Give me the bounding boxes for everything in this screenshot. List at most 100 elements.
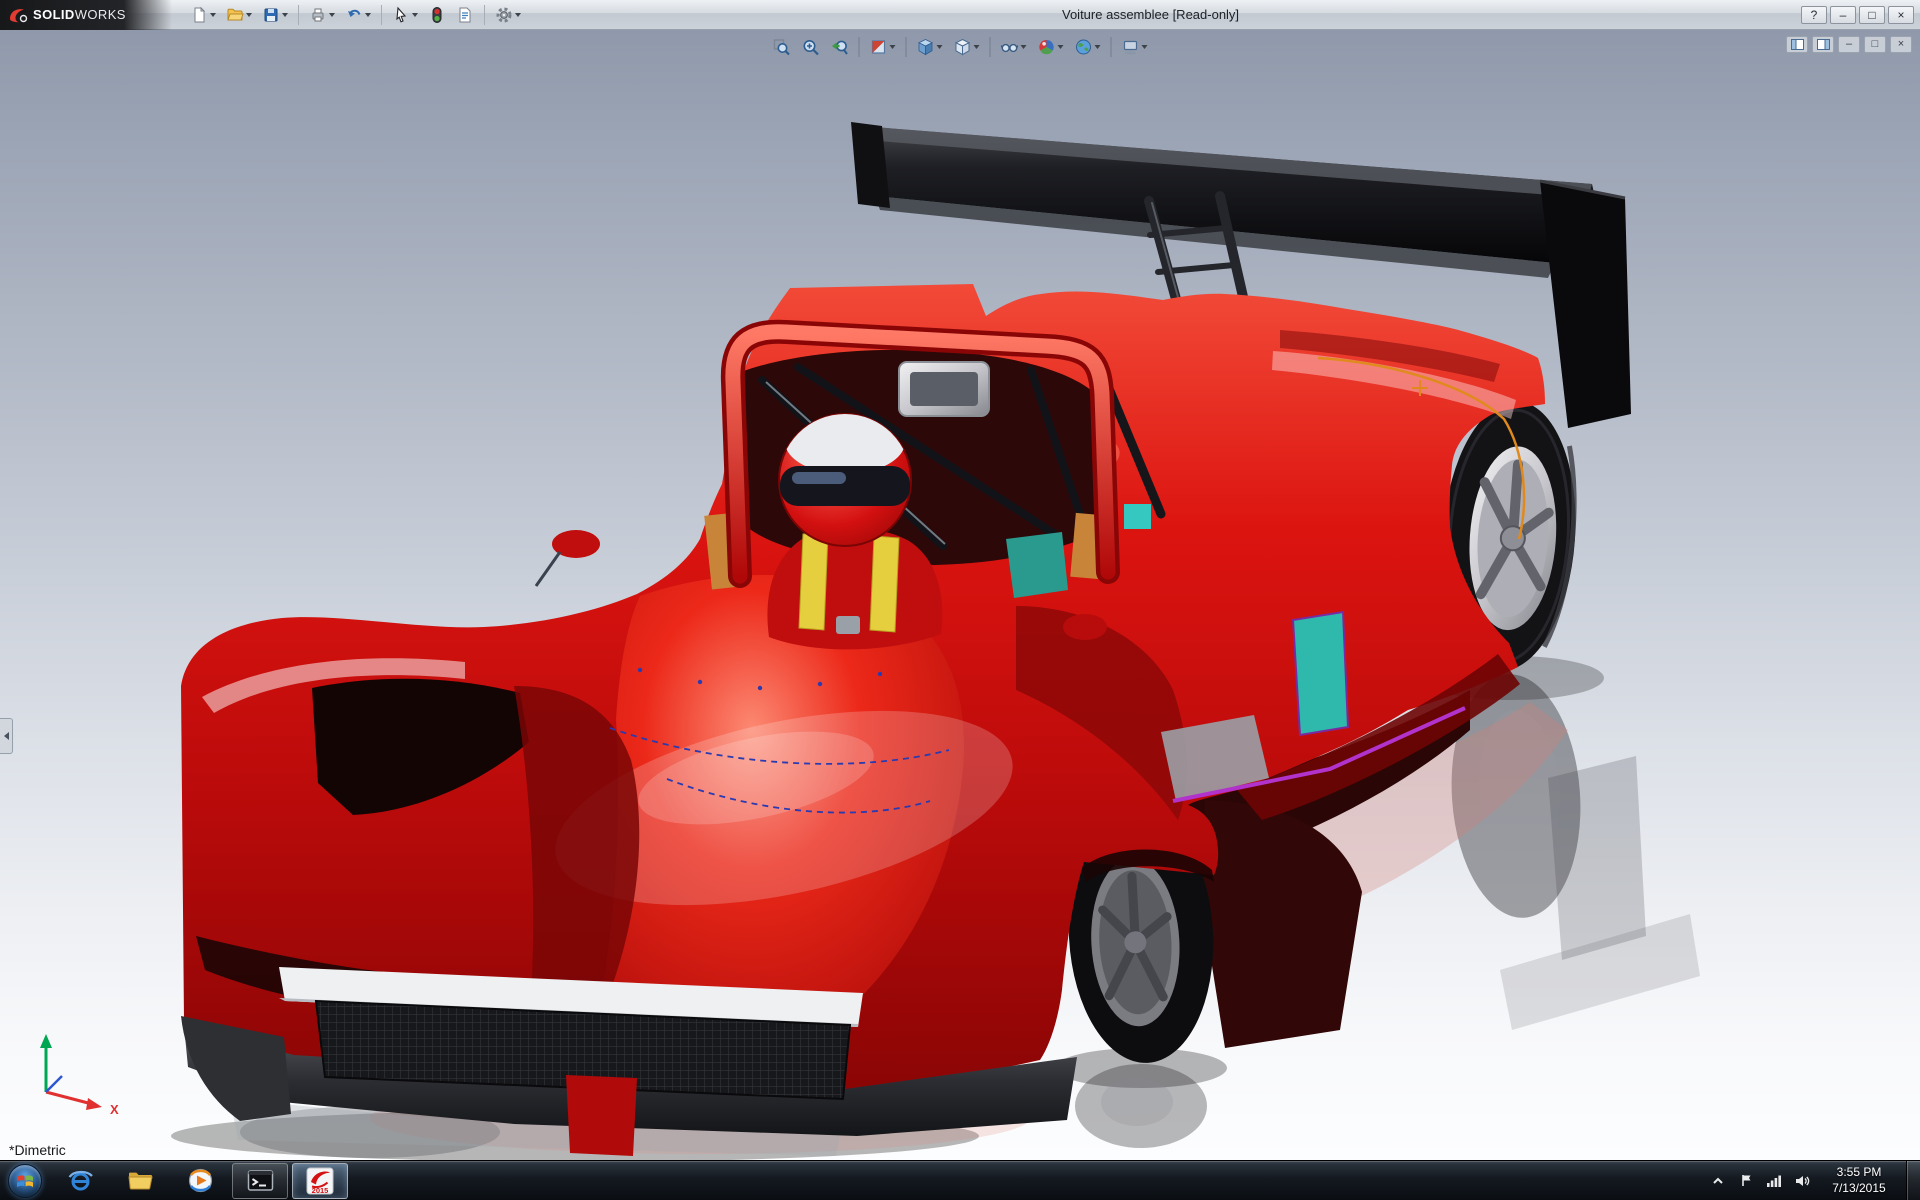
edit-appearance-button[interactable] [1034,34,1068,60]
speaker-icon [1794,1174,1810,1188]
show-hidden-icons-button[interactable] [1708,1169,1728,1193]
toolbar-separator [859,37,860,57]
dropdown-caret-icon [937,45,943,49]
windows-logo-icon [8,1164,42,1198]
document-window-controls: – □ × [1786,36,1912,53]
view-orientation-cube-icon [917,38,935,56]
network-button[interactable] [1764,1169,1784,1193]
featuremanager-flyout-tab[interactable] [0,718,13,754]
open-folder-icon [226,6,244,24]
flag-icon [1739,1173,1754,1188]
harness-strap [870,536,899,632]
dropdown-caret-icon [1142,45,1148,49]
help-button[interactable]: ? [1801,6,1827,24]
media-player-icon [187,1167,214,1194]
previous-view-button[interactable] [827,34,853,60]
toolbar-separator [381,5,382,25]
dropdown-caret-icon [246,13,252,17]
options-button[interactable] [491,3,525,27]
document-minimize-button[interactable]: – [1838,36,1860,53]
toolbar-separator [484,5,485,25]
solidworks-badge: 2015 [312,1186,329,1195]
edit-appearance-ball-icon [1038,38,1056,56]
volume-button[interactable] [1792,1169,1812,1193]
orientation-triad: X [18,1022,138,1122]
right-pane-toggle-button[interactable] [1812,36,1834,53]
view-settings-button[interactable] [1118,34,1152,60]
brand-text: SOLIDWORKS [33,6,126,24]
graphics-viewport[interactable]: – □ × X *Dimetric [0,30,1920,1160]
right-mirror [1063,614,1107,640]
save-button[interactable] [258,3,292,27]
taskbar-windows-explorer-button[interactable] [112,1163,168,1199]
solidworks-window: SOLIDWORKS [0,0,1920,1200]
dropdown-caret-icon [412,13,418,17]
taskbar-buttons: 2015 [52,1163,348,1199]
dropdown-caret-icon [1095,45,1101,49]
system-tray: 3:55 PM 7/13/2015 [1708,1161,1920,1200]
command-prompt-icon [247,1167,274,1194]
harness-buckle [836,616,860,634]
previous-view-icon [831,38,849,56]
section-view-icon [870,38,888,56]
apply-scene-button[interactable] [1071,34,1105,60]
left-pane-toggle-button[interactable] [1786,36,1808,53]
document-close-button[interactable]: × [1890,36,1912,53]
car-model-render [0,30,1920,1160]
window-title: Voiture assemblee [Read-only] [1062,7,1239,22]
maximize-button[interactable]: □ [1859,6,1885,24]
side-window-panel [1293,612,1348,735]
dropdown-caret-icon [1058,45,1064,49]
rebuild-button[interactable] [424,3,450,27]
titlebar: SOLIDWORKS [0,0,1920,30]
document-restore-button[interactable]: □ [1864,36,1886,53]
folder-icon [127,1167,154,1194]
print-button[interactable] [305,3,339,27]
brand-light: WORKS [75,7,126,22]
solidworks-logo: SOLIDWORKS [0,0,172,30]
seat-panel [1006,532,1068,598]
zoom-to-fit-icon [773,38,791,56]
dropdown-caret-icon [974,45,980,49]
window-controls: ? – □ × [1801,6,1920,24]
right-pane-icon [1817,39,1830,50]
close-button[interactable]: × [1888,6,1914,24]
taskbar-command-prompt-button[interactable] [232,1163,288,1199]
select-button[interactable] [388,3,422,27]
x-axis [46,1092,92,1104]
select-cursor-icon [392,6,410,24]
taskbar: 2015 [0,1160,1920,1200]
file-properties-button[interactable] [452,3,478,27]
open-document-button[interactable] [222,3,256,27]
undo-button[interactable] [341,3,375,27]
taskbar-solidworks-2015-button[interactable]: 2015 [292,1163,348,1199]
splitter-center-support [566,1075,637,1156]
print-icon [309,6,327,24]
dropdown-caret-icon [210,13,216,17]
dropdown-caret-icon [1021,45,1027,49]
zoom-to-fit-button[interactable] [769,34,795,60]
taskbar-internet-explorer-button[interactable] [52,1163,108,1199]
toolbar-separator [1111,37,1112,57]
collapse-arrow-icon [4,732,9,740]
show-desktop-button[interactable] [1906,1161,1920,1200]
section-view-button[interactable] [866,34,900,60]
minimize-button[interactable]: – [1830,6,1856,24]
start-button[interactable] [4,1162,46,1200]
view-orientation-label: *Dimetric [9,1142,66,1158]
zoom-to-area-button[interactable] [798,34,824,60]
left-pane-icon [1791,39,1804,50]
display-style-button[interactable] [950,34,984,60]
harness-strap [799,534,828,630]
solidworks-2015-icon: 2015 [306,1167,334,1195]
new-document-button[interactable] [186,3,220,27]
view-orientation-button[interactable] [913,34,947,60]
hide-show-items-button[interactable] [997,34,1031,60]
tray-time: 3:55 PM [1820,1165,1898,1181]
save-floppy-icon [262,6,280,24]
taskbar-media-player-button[interactable] [172,1163,228,1199]
action-center-button[interactable] [1736,1169,1756,1193]
tray-clock[interactable]: 3:55 PM 7/13/2015 [1820,1165,1898,1196]
display-style-cube-icon [954,38,972,56]
tray-date: 7/13/2015 [1820,1181,1898,1197]
